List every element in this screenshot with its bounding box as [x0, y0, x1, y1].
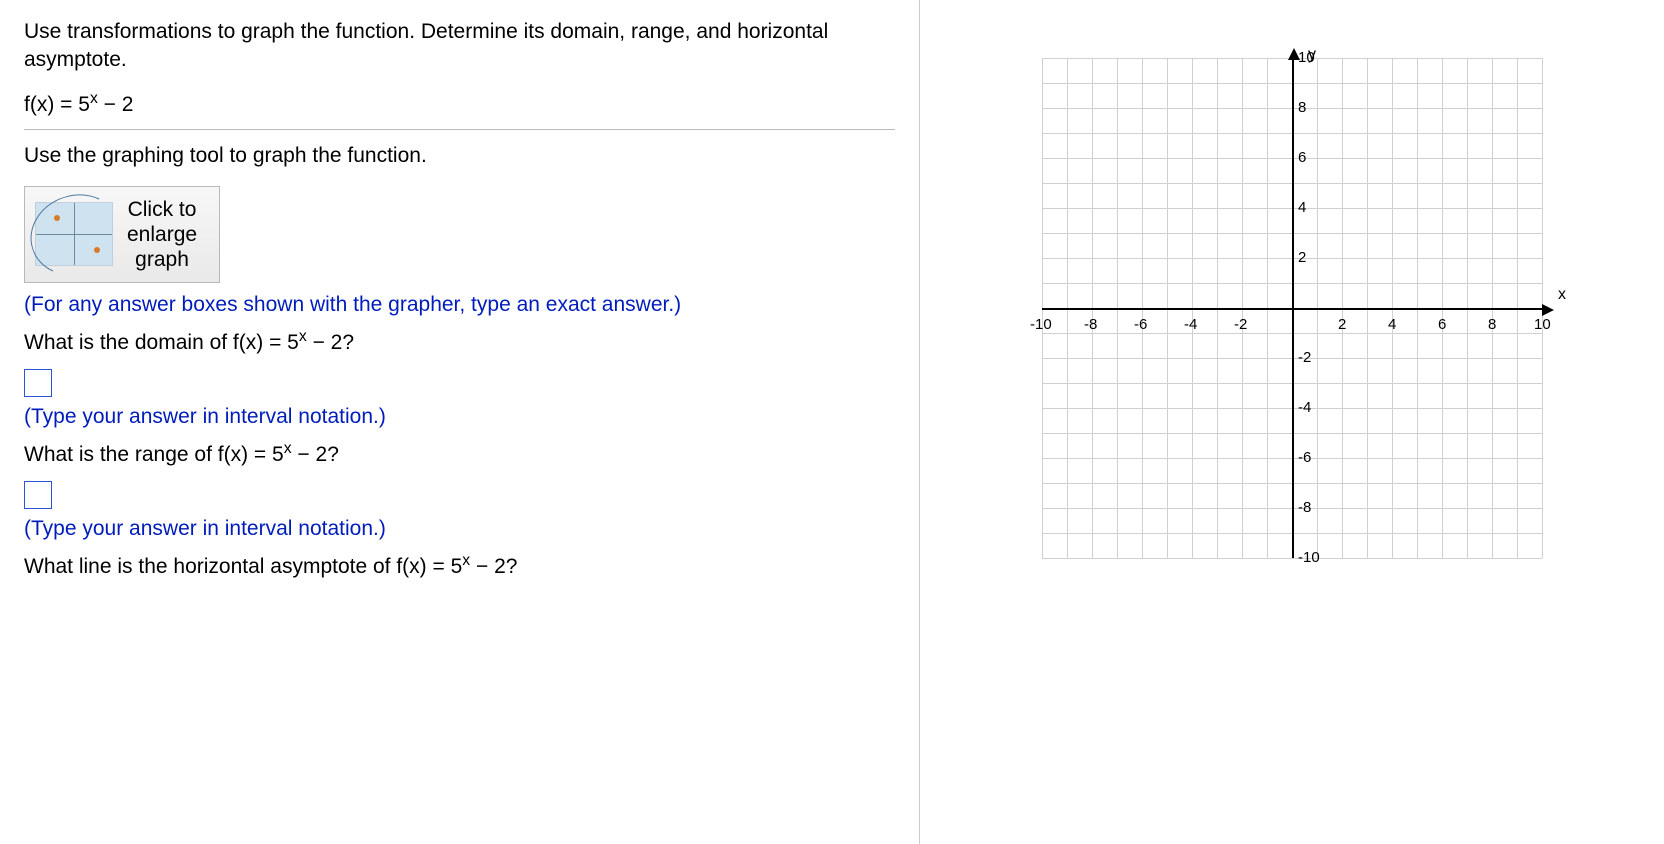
y-tick: -10 [1298, 549, 1320, 566]
asymptote-question: What line is the horizontal asymptote of… [24, 555, 895, 579]
range-hint: (Type your answer in interval notation.) [24, 517, 895, 541]
range-input[interactable] [24, 481, 52, 509]
y-arrow-icon [1288, 48, 1300, 60]
enlarge-line3: graph [127, 247, 197, 272]
func-pre: f(x) = 5 [24, 93, 90, 116]
x-arrow-icon [1542, 304, 1554, 316]
y-tick: -4 [1298, 399, 1311, 416]
domain-question: What is the domain of f(x) = 5x − 2? [24, 331, 895, 355]
grapher-note: (For any answer boxes shown with the gra… [24, 293, 895, 317]
enlarge-graph-label: Click to enlarge graph [127, 197, 197, 273]
domain-pre: What is the domain of f(x) = 5 [24, 331, 299, 354]
asym-sup: x [462, 552, 470, 569]
x-tick: -10 [1030, 316, 1052, 333]
coordinate-graph[interactable]: -10-8-6-4-2246810-10-8-6-4-2246810 y x [1012, 28, 1572, 588]
x-tick: 10 [1534, 316, 1551, 333]
y-tick: -2 [1298, 349, 1311, 366]
graph-pane: -10-8-6-4-2246810-10-8-6-4-2246810 y x [920, 0, 1664, 844]
domain-post: − 2? [307, 331, 354, 354]
divider [24, 129, 895, 130]
question-pane: Use transformations to graph the functio… [0, 0, 920, 844]
func-sup: x [90, 90, 98, 107]
x-tick: 6 [1438, 316, 1446, 333]
function-definition: f(x) = 5x − 2 [24, 93, 895, 117]
x-tick: -6 [1134, 316, 1147, 333]
asym-pre: What line is the horizontal asymptote of… [24, 555, 462, 578]
y-tick: 4 [1298, 199, 1306, 216]
x-tick: -8 [1084, 316, 1097, 333]
x-tick: -2 [1234, 316, 1247, 333]
enlarge-line1: Click to [127, 197, 197, 222]
enlarge-graph-button[interactable]: Click to enlarge graph [24, 186, 220, 284]
graph-tool-instruction: Use the graphing tool to graph the funct… [24, 144, 895, 168]
y-tick: 6 [1298, 149, 1306, 166]
domain-hint: (Type your answer in interval notation.) [24, 405, 895, 429]
y-axis [1292, 58, 1294, 558]
range-pre: What is the range of f(x) = 5 [24, 443, 284, 466]
instruction-text: Use transformations to graph the functio… [24, 18, 895, 75]
x-tick: -4 [1184, 316, 1197, 333]
domain-input[interactable] [24, 369, 52, 397]
asym-post: − 2? [470, 555, 517, 578]
x-tick: 2 [1338, 316, 1346, 333]
range-sup: x [284, 440, 292, 457]
graph-thumb-icon [35, 202, 113, 266]
y-tick: -8 [1298, 499, 1311, 516]
x-tick: 8 [1488, 316, 1496, 333]
y-tick: -6 [1298, 449, 1311, 466]
y-axis-label: y [1308, 46, 1316, 64]
range-post: − 2? [292, 443, 339, 466]
domain-sup: x [299, 328, 307, 345]
range-question: What is the range of f(x) = 5x − 2? [24, 443, 895, 467]
enlarge-line2: enlarge [127, 222, 197, 247]
func-post: − 2 [98, 93, 134, 116]
x-axis-label: x [1558, 286, 1566, 304]
y-tick: 8 [1298, 99, 1306, 116]
x-tick: 4 [1388, 316, 1396, 333]
y-tick: 2 [1298, 249, 1306, 266]
